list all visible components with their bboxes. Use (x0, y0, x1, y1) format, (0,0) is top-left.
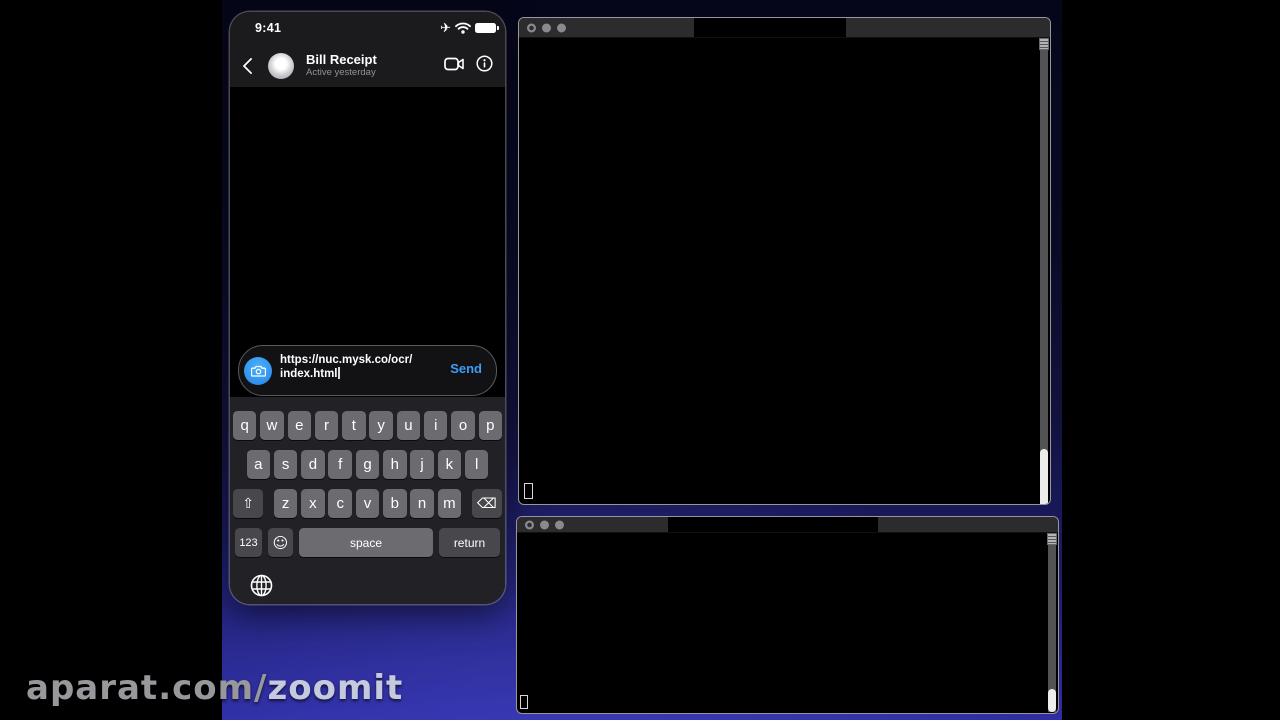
key-z[interactable]: z (273, 489, 298, 518)
key-i[interactable]: i (423, 411, 448, 440)
ios-keyboard: q w e r t y u i o p a s d f g h j k l ⇧ … (230, 397, 505, 604)
scrollbar-menu-icon[interactable] (1047, 533, 1057, 545)
zoom-window-icon[interactable] (557, 23, 566, 32)
key-a[interactable]: a (246, 450, 271, 479)
return-key[interactable]: return (439, 528, 500, 557)
scrollbar-menu-icon[interactable] (1039, 38, 1049, 50)
message-line2: index.html (280, 368, 338, 380)
video-call-icon[interactable] (444, 57, 465, 71)
wifi-icon (455, 22, 471, 34)
send-button[interactable]: Send (450, 361, 482, 376)
scrollbar-thumb[interactable] (1040, 449, 1048, 504)
key-u[interactable]: u (396, 411, 421, 440)
status-time: 9:41 (255, 21, 282, 35)
window-titlebar[interactable] (519, 18, 1050, 38)
chat-title: Bill Receipt (306, 52, 377, 67)
letterbox-left (0, 0, 222, 720)
scrollbar-thumb[interactable] (1048, 689, 1056, 712)
key-k[interactable]: k (437, 450, 462, 479)
key-e[interactable]: e (287, 411, 311, 440)
message-draft[interactable]: https://nuc.mysk.co/ocr/index.html (280, 353, 412, 381)
key-d[interactable]: d (301, 450, 325, 479)
back-icon[interactable] (242, 57, 260, 75)
space-key[interactable]: space (299, 528, 433, 557)
camera-icon (250, 365, 266, 377)
emoji-key[interactable]: ☺ (268, 528, 293, 557)
minimize-window-icon[interactable] (540, 520, 549, 529)
terminal-window-bottom (516, 516, 1059, 714)
message-line1: https://nuc.mysk.co/ocr/ (280, 354, 413, 366)
shift-key[interactable]: ⇧ (233, 489, 264, 518)
watermark: aparat.com/zoomit (26, 668, 403, 708)
key-g[interactable]: g (355, 450, 380, 479)
key-c[interactable]: c (328, 489, 352, 518)
chat-status: Active yesterday (306, 67, 376, 78)
info-icon[interactable] (476, 55, 493, 72)
iphone-screen: 9:41 ✈ Bill Receipt Active yesterday htt… (230, 12, 505, 604)
titlebar-redaction (694, 18, 846, 37)
key-v[interactable]: v (355, 489, 380, 518)
numbers-key[interactable]: 123 (235, 528, 262, 557)
watermark-prefix: aparat.com/ (26, 668, 268, 708)
chat-header: 9:41 ✈ Bill Receipt Active yesterday (230, 12, 505, 87)
message-input[interactable]: https://nuc.mysk.co/ocr/index.html Send (238, 345, 497, 396)
key-y[interactable]: y (369, 411, 393, 440)
status-bar: 9:41 ✈ (230, 19, 505, 39)
titlebar-redaction (668, 517, 878, 532)
avatar[interactable] (268, 53, 294, 79)
close-window-icon[interactable] (525, 520, 534, 529)
key-b[interactable]: b (383, 489, 407, 518)
camera-button[interactable] (244, 356, 272, 385)
scrollbar[interactable] (1047, 533, 1057, 712)
window-titlebar[interactable] (517, 517, 1058, 533)
globe-icon[interactable] (250, 574, 273, 597)
minimize-window-icon[interactable] (542, 23, 551, 32)
watermark-suffix: zoomit (267, 668, 404, 708)
terminal-cursor (524, 483, 533, 499)
key-l[interactable]: l (464, 450, 489, 479)
key-s[interactable]: s (273, 450, 298, 479)
terminal-cursor (520, 695, 528, 709)
key-o[interactable]: o (451, 411, 475, 440)
close-window-icon[interactable] (527, 23, 536, 32)
terminal-window-top (518, 17, 1051, 505)
airplane-mode-icon: ✈ (440, 20, 451, 36)
key-w[interactable]: w (260, 411, 284, 440)
key-p[interactable]: p (478, 411, 503, 440)
chat-navbar: Bill Receipt Active yesterday (230, 52, 505, 87)
text-cursor (338, 367, 340, 379)
backspace-key[interactable]: ⌫ (471, 489, 502, 518)
zoom-window-icon[interactable] (555, 520, 564, 529)
key-n[interactable]: n (410, 489, 434, 518)
key-j[interactable]: j (410, 450, 434, 479)
conversation-area[interactable] (230, 87, 505, 357)
key-r[interactable]: r (314, 411, 339, 440)
letterbox-right (1062, 0, 1280, 720)
key-h[interactable]: h (383, 450, 407, 479)
key-f[interactable]: f (328, 450, 352, 479)
key-t[interactable]: t (342, 411, 366, 440)
scrollbar[interactable] (1039, 38, 1049, 504)
key-m[interactable]: m (437, 489, 462, 518)
key-x[interactable]: x (301, 489, 325, 518)
battery-icon (475, 23, 499, 33)
key-q[interactable]: q (232, 411, 257, 440)
